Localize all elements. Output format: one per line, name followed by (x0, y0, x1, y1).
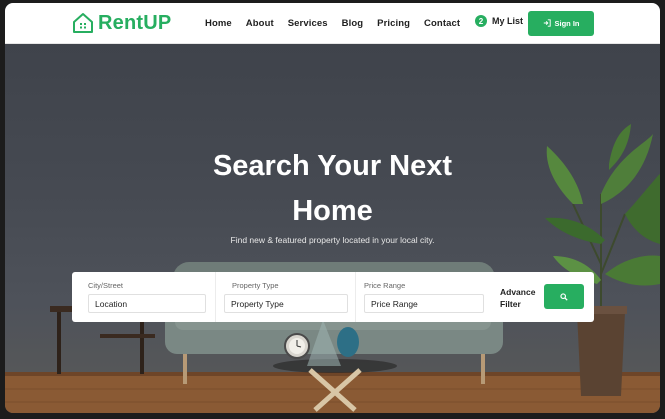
hero-subtitle: Find new & featured property located in … (230, 235, 435, 245)
price-range-input[interactable]: Price Range (364, 294, 484, 313)
advance-filter-link[interactable]: Advance Filter (500, 286, 535, 310)
search-icon (560, 288, 568, 306)
nav-blog[interactable]: Blog (342, 18, 364, 29)
nav-pricing[interactable]: Pricing (377, 18, 410, 29)
nav-contact[interactable]: Contact (424, 18, 460, 29)
browser-frame: RentUP Home About Services Blog Pricing … (5, 3, 660, 413)
location-input[interactable]: Location (88, 294, 206, 313)
advance-filter-line1: Advance (500, 287, 536, 297)
property-type-input[interactable]: Property Type (224, 294, 348, 313)
nav-home[interactable]: Home (205, 18, 232, 29)
sign-in-label: Sign In (554, 19, 580, 28)
my-list-count-badge: 2 (475, 15, 487, 27)
my-list-label: My List (492, 16, 524, 26)
advance-filter-line2: Filter (500, 299, 521, 309)
hero-section: Search Your Next Home Find new & feature… (5, 44, 660, 413)
brand-logo[interactable]: RentUP (71, 10, 171, 36)
hero-title-line1: Search Your Next (212, 150, 453, 182)
house-logo-icon (71, 11, 95, 35)
nav-services[interactable]: Services (288, 18, 328, 29)
my-list-link[interactable]: 2 My List (475, 15, 523, 27)
search-panel: City/Street Location Property Type Prope… (72, 272, 594, 322)
hero-title: Search Your Next Home (5, 144, 660, 234)
sign-in-button[interactable]: Sign In (528, 11, 594, 36)
sign-in-icon (543, 18, 551, 29)
price-range-label: Price Range (364, 281, 406, 290)
property-type-label: Property Type (232, 281, 279, 290)
main-menu: Home About Services Blog Pricing Contact (205, 3, 474, 44)
nav-about[interactable]: About (246, 18, 274, 29)
hero-title-line2: Home (292, 195, 373, 227)
city-street-field: City/Street Location (72, 272, 216, 322)
property-type-field: Property Type Property Type (216, 272, 356, 322)
search-button[interactable] (544, 284, 584, 309)
top-navbar: RentUP Home About Services Blog Pricing … (5, 3, 660, 44)
brand-name: RentUP (98, 11, 172, 34)
price-range-field: Price Range Price Range (356, 272, 492, 322)
city-street-label: City/Street (88, 281, 124, 290)
